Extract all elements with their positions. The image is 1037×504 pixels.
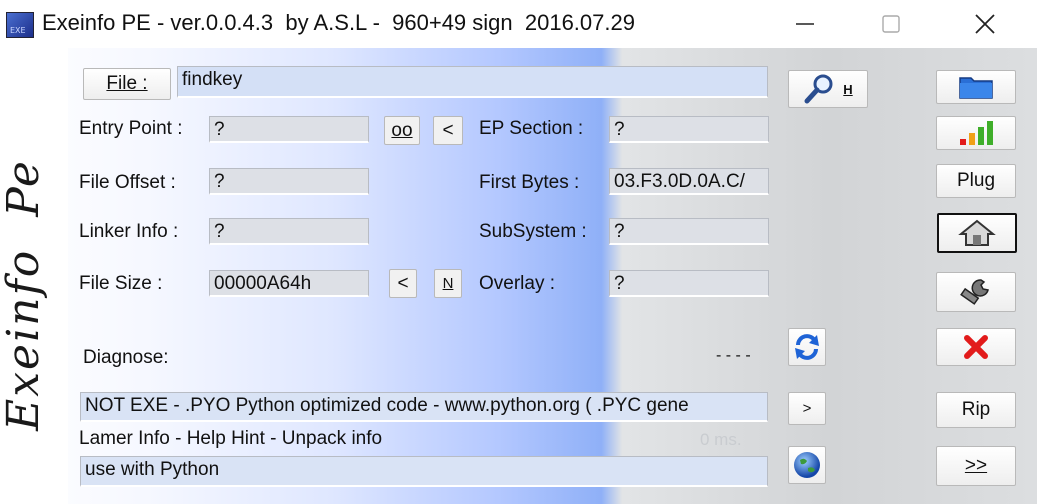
oo-button[interactable]: oo	[384, 116, 420, 145]
first-bytes-field[interactable]: 03.F3.0D.0A.C/	[609, 168, 769, 195]
red-x-icon	[964, 335, 988, 359]
next-button-label: >>	[964, 455, 988, 476]
wrench-icon	[960, 279, 989, 305]
title-bar[interactable]: EXE Exeinfo PE - ver.0.0.4.3 by A.S.L - …	[0, 0, 1037, 48]
overlay-label: Overlay :	[479, 273, 556, 294]
search-h-button[interactable]: H	[788, 70, 868, 108]
file-size-field[interactable]: 00000A64h	[209, 270, 369, 297]
exeinfo-logo: Exeinfo Pe	[0, 159, 49, 431]
n-button-label: N	[442, 275, 454, 292]
globe-icon	[794, 452, 820, 478]
rip-button-label: Rip	[961, 399, 991, 420]
window-title: Exeinfo PE - ver.0.0.4.3 by A.S.L - 960+…	[42, 10, 635, 35]
oo-button-label: oo	[391, 119, 413, 141]
diagnose-label: Diagnose:	[83, 347, 169, 368]
maximize-button[interactable]	[861, 0, 921, 48]
close-icon	[975, 14, 995, 34]
minimize-icon	[796, 23, 814, 25]
app-icon[interactable]: EXE	[6, 12, 34, 38]
file-size-label: File Size :	[79, 273, 163, 294]
n-button[interactable]: N	[434, 269, 462, 298]
linker-info-field[interactable]: ?	[209, 218, 369, 245]
h-label: H	[843, 81, 853, 97]
lamer-info-label: Lamer Info - Help Hint - Unpack info	[79, 428, 383, 449]
ep-section-label: EP Section :	[479, 118, 584, 139]
entry-point-back-button[interactable]: <	[433, 116, 463, 145]
bar-chart-icon	[960, 121, 993, 145]
tools-button[interactable]	[936, 272, 1016, 312]
diagnose-dashes: - - - -	[716, 347, 751, 364]
linker-info-label: Linker Info :	[79, 221, 179, 242]
web-button[interactable]	[788, 446, 826, 484]
diagnose-result-field[interactable]: NOT EXE - .PYO Python optimized code - w…	[80, 392, 768, 422]
folder-icon	[959, 77, 993, 99]
maximize-icon	[882, 15, 900, 33]
subsystem-label: SubSystem :	[479, 221, 587, 242]
rip-button[interactable]: Rip	[936, 392, 1016, 428]
file-name-field[interactable]: findkey	[177, 66, 768, 98]
file-size-back-button[interactable]: <	[389, 269, 417, 298]
overlay-field[interactable]: ?	[609, 270, 769, 297]
home-button[interactable]	[937, 213, 1017, 253]
more-diagnose-button[interactable]: >	[788, 392, 826, 425]
plug-button-label: Plug	[956, 170, 996, 191]
plug-button[interactable]: Plug	[936, 164, 1016, 198]
file-button[interactable]: File :	[83, 68, 171, 100]
refresh-button[interactable]	[788, 328, 826, 366]
scan-time: 0 ms.	[700, 430, 742, 449]
exeinfo-window: EXE Exeinfo PE - ver.0.0.4.3 by A.S.L - …	[0, 0, 1037, 504]
open-file-button[interactable]	[936, 70, 1016, 104]
file-offset-field[interactable]: ?	[209, 168, 369, 195]
entry-point-field[interactable]: ?	[209, 116, 369, 143]
refresh-icon	[795, 334, 819, 360]
hint-field[interactable]: use with Python	[80, 456, 768, 487]
ep-section-field[interactable]: ?	[609, 116, 769, 143]
file-button-label: File :	[106, 73, 148, 94]
app-icon-label: EXE	[10, 26, 26, 35]
magnifier-icon	[804, 74, 833, 104]
exit-button[interactable]	[936, 328, 1016, 366]
file-offset-label: File Offset :	[79, 172, 176, 193]
close-button[interactable]	[955, 0, 1015, 48]
minimize-button[interactable]	[775, 0, 835, 48]
first-bytes-label: First Bytes :	[479, 172, 580, 193]
home-icon	[958, 219, 996, 246]
next-button[interactable]: >>	[936, 446, 1016, 486]
entry-point-label: Entry Point :	[79, 118, 183, 139]
main-panel: Exeinfo Pe File : findkey Entry Point : …	[0, 48, 1037, 504]
subsystem-field[interactable]: ?	[609, 218, 769, 245]
stats-button[interactable]	[936, 116, 1016, 150]
